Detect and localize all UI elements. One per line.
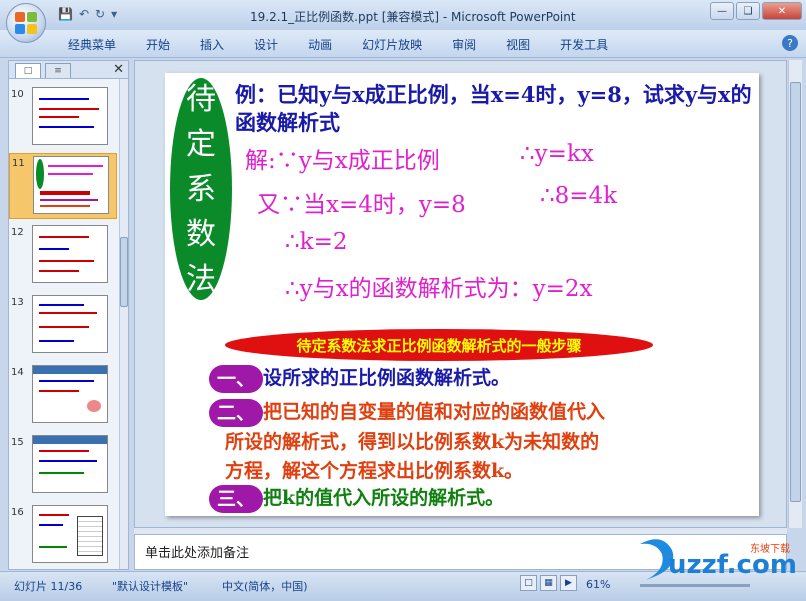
language-indicator[interactable]: 中文(简体，中国) [222, 578, 308, 594]
slides-tab-icon[interactable]: □ [15, 63, 41, 78]
save-icon[interactable]: 💾 [58, 7, 73, 21]
redo-icon[interactable]: ↻ [95, 7, 105, 21]
slide-counter: 幻灯片 11/36 [14, 580, 83, 593]
slide-number: 10 [11, 89, 24, 100]
step-2: 二、 把已知的自变量的值和对应的函数值代入 [209, 397, 605, 427]
oval-char: 待 [186, 81, 216, 117]
customize-dropdown-icon[interactable]: ▾ [111, 7, 117, 21]
slide-thumbnail[interactable]: 10 [9, 85, 117, 151]
notes-placeholder: 单击此处添加备注 [145, 546, 250, 561]
slide-number: 14 [11, 367, 24, 378]
slide-thumbnail[interactable]: 12 [9, 223, 117, 289]
minimize-icon[interactable]: — [710, 2, 734, 20]
slide-editing-area: 待 定 系 数 法 例：已知y与x成正比例，当x=4时，y=8，试求y与x的函数… [134, 60, 787, 528]
thumbnail-image [32, 365, 108, 423]
step-2-text-1: 把已知的自变量的值和对应的函数值代入 [263, 401, 606, 423]
window-controls: — ❑ ✕ [710, 2, 802, 20]
view-buttons: □ ▦ ▶ [520, 575, 577, 591]
steps-banner: 待定系数法求正比例函数解析式的一般步骤 [225, 329, 653, 361]
thumbnail-image [32, 87, 108, 145]
tab-insert[interactable]: 插入 [200, 36, 224, 53]
solution-line-2b: ∴8=4k [540, 183, 618, 209]
method-title-oval: 待 定 系 数 法 [170, 78, 232, 300]
tab-slide-show[interactable]: 幻灯片放映 [362, 36, 422, 53]
slide-thumbnail-selected[interactable]: 11 [9, 153, 117, 219]
slide-number: 16 [11, 507, 24, 518]
normal-view-icon[interactable]: □ [520, 575, 537, 591]
oval-char: 系 [186, 171, 216, 207]
solution-line-1a: 解:∵y与x成正比例 [245, 148, 440, 174]
solution-line-2a: 又∵当x=4时，y=8 [257, 192, 466, 218]
step-3: 三、 把k的值代入所设的解析式。 [209, 483, 504, 513]
help-icon[interactable]: ? [782, 35, 798, 51]
tab-view[interactable]: 视图 [506, 36, 530, 53]
solution-line-4: ∴y与x的函数解析式为：y=2x [285, 276, 593, 302]
slide-scrollbar[interactable] [788, 60, 802, 528]
slide-thumbnail[interactable]: 15 [9, 433, 117, 499]
quick-access-toolbar: 💾 ↶ ↻ ▾ [58, 7, 117, 21]
step-2-text-2: 所设的解析式，得到以比例系数k为未知数的 [225, 431, 600, 453]
slide-thumbnail[interactable]: 14 [9, 363, 117, 429]
outline-tab-icon[interactable]: ≡ [45, 63, 71, 78]
step-1-label: 一、 [209, 365, 264, 393]
example-question: 例：已知y与x成正比例，当x=4时，y=8，试求y与x的函数解析式 [235, 82, 752, 135]
thumbnail-image [33, 156, 109, 214]
title-bar: 💾 ↶ ↻ ▾ 19.2.1_正比例函数.ppt [兼容模式] - Micros… [0, 0, 806, 30]
office-logo-icon [15, 12, 37, 34]
slide-thumbnail[interactable]: 16 [9, 503, 117, 569]
slides-pane-scrollbar[interactable] [119, 79, 128, 569]
slide-show-icon[interactable]: ▶ [560, 575, 577, 591]
oval-char: 定 [186, 126, 216, 162]
oval-char: 数 [186, 216, 216, 252]
ribbon-tabs: 经典菜单 开始 插入 设计 动画 幻灯片放映 审阅 视图 开发工具 [68, 36, 608, 53]
step-1: 一、 设所求的正比例函数解析式。 [209, 363, 510, 393]
slide-sorter-icon[interactable]: ▦ [540, 575, 557, 591]
tab-classic-menu[interactable]: 经典菜单 [68, 36, 116, 53]
template-name[interactable]: "默认设计模板" [112, 578, 188, 594]
step-3-text: 把k的值代入所设的解析式。 [263, 487, 505, 509]
thumbnail-image [32, 225, 108, 283]
tab-home[interactable]: 开始 [146, 36, 170, 53]
office-button[interactable] [6, 3, 46, 43]
slides-pane: □ ≡ ✕ 10 11 12 13 14 15 16 [8, 60, 129, 570]
thumbnail-image [32, 435, 108, 493]
step-2-text-3: 方程，解这个方程求出比例系数k。 [225, 460, 524, 482]
zoom-level[interactable]: 61% [586, 578, 610, 591]
zoom-slider[interactable] [640, 584, 750, 587]
slide-thumbnail[interactable]: 13 [9, 293, 117, 359]
current-slide: 待 定 系 数 法 例：已知y与x成正比例，当x=4时，y=8，试求y与x的函数… [165, 73, 759, 516]
close-pane-icon[interactable]: ✕ [113, 62, 124, 77]
step-1-text: 设所求的正比例函数解析式。 [263, 367, 511, 389]
slide-number: 13 [11, 297, 24, 308]
step-2-label: 二、 [209, 399, 264, 427]
thumbnail-image [32, 505, 108, 563]
tab-animations[interactable]: 动画 [308, 36, 332, 53]
step-3-label: 三、 [209, 485, 264, 513]
solution-line-3: ∴k=2 [285, 229, 348, 255]
watermark-subtext: 东坡下载 [750, 544, 790, 555]
tab-developer[interactable]: 开发工具 [560, 36, 608, 53]
restore-icon[interactable]: ❑ [736, 2, 760, 20]
slides-pane-tabs: □ ≡ ✕ [9, 61, 128, 79]
oval-char: 法 [186, 261, 216, 297]
window-title: 19.2.1_正比例函数.ppt [兼容模式] - Microsoft Powe… [250, 10, 576, 24]
undo-icon[interactable]: ↶ [79, 7, 89, 21]
close-icon[interactable]: ✕ [762, 2, 802, 20]
slide-number: 12 [11, 227, 24, 238]
slide-number: 15 [11, 437, 24, 448]
solution-line-1b: ∴y=kx [520, 141, 594, 167]
slide-number: 11 [12, 158, 25, 169]
thumbnail-image [32, 295, 108, 353]
watermark-logo: uzzf.com 东坡下载 [632, 536, 802, 584]
tab-review[interactable]: 审阅 [452, 36, 476, 53]
tab-design[interactable]: 设计 [254, 36, 278, 53]
ribbon: 经典菜单 开始 插入 设计 动画 幻灯片放映 审阅 视图 开发工具 ? [0, 30, 806, 58]
